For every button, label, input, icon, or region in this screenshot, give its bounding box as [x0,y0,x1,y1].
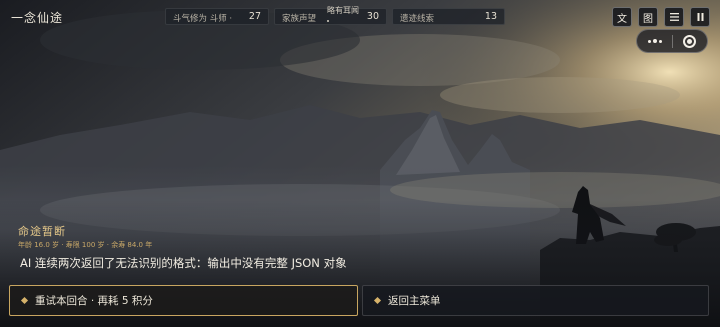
pause-button[interactable] [690,7,710,27]
target-ring-icon [683,34,697,48]
stat-value: 30 [366,11,379,22]
stat-rank: 斗师 · [209,14,233,24]
diamond-bullet-icon [20,296,29,305]
stat-cultivation: 斗气修为 斗师 · 27 [165,8,269,25]
mountain-scene-background [0,0,720,327]
hamburger-icon [669,13,679,21]
menu-button[interactable] [664,7,684,27]
text-mode-button[interactable]: 文 [612,7,632,27]
lifespan-summary: 年龄 16.0 岁 · 寿限 100 岁 · 余寿 84.0 年 [18,241,153,249]
pause-icon [697,13,703,21]
stat-reputation: 家族声望 略有耳闻 30 [274,6,387,25]
stat-label: 斗气修为 斗师 · [173,14,233,24]
app-title: 一念仙途 [11,11,64,25]
stat-reputation-tag: 略有耳闻 [327,6,359,15]
stat-label: 遗迹线索 [400,14,435,24]
retry-round-button[interactable]: 重试本回合 · 再耗 5 积分 [9,285,358,316]
mini-program-capsule [636,29,708,53]
stat-ruins-clues: 遗迹线索 13 [392,8,505,25]
image-mode-button[interactable]: 图 [638,7,658,27]
stat-dot [327,20,329,22]
diamond-bullet-icon [373,296,382,305]
choice-label: 重试本回合 · 再耗 5 积分 [35,295,153,307]
more-dots-icon[interactable] [637,30,672,52]
stat-value: 27 [248,11,261,22]
choice-label: 返回主菜单 [388,295,441,307]
error-message: AI 连续两次返回了无法识别的格式：输出中没有完整 JSON 对象 [20,256,347,270]
stat-label: 家族声望 [282,14,317,24]
return-main-menu-button[interactable]: 返回主菜单 [362,285,709,316]
close-capsule-button[interactable] [673,30,707,52]
stat-value: 13 [484,11,497,22]
verdict-title: 命途暂断 [18,225,66,238]
